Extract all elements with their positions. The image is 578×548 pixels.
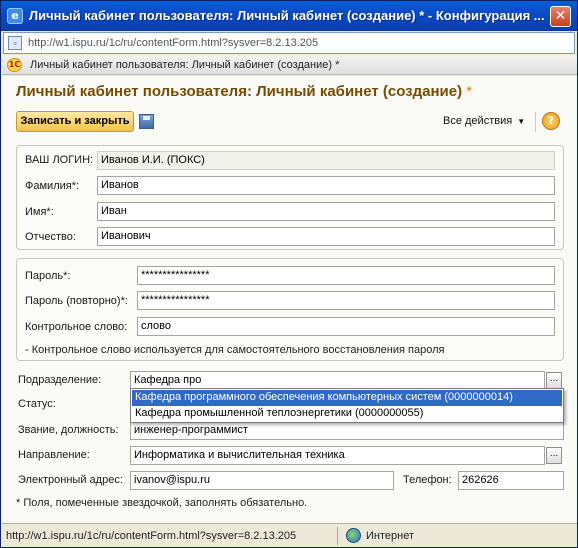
- form-page: Личный кабинет пользователя: Личный каби…: [2, 76, 577, 523]
- form-title-text: Личный кабинет пользователя: Личный каби…: [16, 83, 463, 100]
- all-actions-menu[interactable]: Все действия ▼: [443, 115, 525, 127]
- required-footnote: * Поля, помеченные звездочкой, заполнять…: [16, 497, 308, 509]
- patronymic-field[interactable]: Иванович: [97, 227, 555, 246]
- direction-label: Направление:: [18, 449, 90, 461]
- firstname-field[interactable]: Иван: [97, 202, 555, 221]
- status-label: Статус:: [18, 398, 56, 410]
- email-field[interactable]: ivanov@ispu.ru: [130, 471, 394, 490]
- status-divider: [337, 527, 338, 545]
- password-field[interactable]: ****************: [137, 266, 555, 285]
- personal-group: ВАШ ЛОГИН: Иванов И.И. (ПОКС) Фамилия*: …: [16, 145, 564, 250]
- dropdown-option[interactable]: Кафедра программного обеспечения компьют…: [132, 390, 562, 406]
- control-word-field[interactable]: слово: [137, 317, 555, 336]
- address-url[interactable]: http://w1.ispu.ru/1c/ru/contentForm.html…: [28, 37, 318, 49]
- control-word-label: Контрольное слово:: [25, 321, 128, 333]
- help-icon[interactable]: ?: [542, 112, 560, 130]
- 1c-app-icon: 1С: [7, 58, 22, 72]
- close-button[interactable]: ✕: [550, 6, 571, 27]
- toolbar-divider: [535, 112, 536, 132]
- password-repeat-label: Пароль (повторно)*:: [25, 295, 128, 307]
- firstname-label: Имя*:: [25, 206, 54, 218]
- internet-zone-icon: [346, 528, 361, 543]
- password-repeat-field[interactable]: ****************: [137, 291, 555, 310]
- form-tab-label[interactable]: Личный кабинет пользователя: Личный каби…: [30, 59, 339, 71]
- form-tab-strip: 1С Личный кабинет пользователя: Личный к…: [2, 55, 577, 75]
- phone-field[interactable]: 262626: [458, 471, 564, 490]
- internet-zone-label: Интернет: [366, 530, 414, 542]
- password-label: Пароль*:: [25, 270, 71, 282]
- department-dropdown: Кафедра программного обеспечения компьют…: [130, 388, 564, 423]
- form-title: Личный кабинет пользователя: Личный каби…: [16, 83, 472, 100]
- login-label: ВАШ ЛОГИН:: [25, 154, 94, 166]
- status-bar: http://w1.ispu.ru/1c/ru/contentForm.html…: [2, 523, 577, 547]
- address-bar[interactable]: ▫ http://w1.ispu.ru/1c/ru/contentForm.ht…: [3, 32, 575, 54]
- window-title: Личный кабинет пользователя: Личный каби…: [29, 8, 544, 23]
- save-disk-icon[interactable]: [139, 114, 154, 129]
- department-pick-button[interactable]: ...: [546, 372, 562, 389]
- phone-label: Телефон:: [403, 474, 452, 486]
- direction-field[interactable]: Информатика и вычислительная техника: [130, 446, 545, 465]
- position-field[interactable]: инженер-программист: [130, 421, 564, 440]
- lastname-field[interactable]: Иванов: [97, 176, 555, 195]
- title-bar[interactable]: e Личный кабинет пользователя: Личный ка…: [1, 1, 577, 31]
- chevron-down-icon: ▼: [517, 117, 526, 126]
- email-label: Электронный адрес:: [18, 474, 123, 486]
- login-field: Иванов И.И. (ПОКС): [97, 151, 555, 170]
- save-and-close-button[interactable]: Записать и закрыть: [16, 111, 134, 132]
- control-word-note: - Контрольное слово используется для сам…: [25, 344, 445, 356]
- lastname-label: Фамилия*:: [25, 180, 80, 192]
- department-label: Подразделение:: [18, 374, 102, 386]
- page-icon: ▫: [8, 36, 22, 50]
- direction-pick-button[interactable]: ...: [546, 447, 562, 464]
- all-actions-label: Все действия: [443, 115, 513, 127]
- position-label: Звание, должность:: [18, 424, 119, 436]
- browser-window: e Личный кабинет пользователя: Личный ка…: [0, 0, 578, 548]
- dropdown-option[interactable]: Кафедра промышленной теплоэнергетики (00…: [132, 406, 562, 422]
- status-url: http://w1.ispu.ru/1c/ru/contentForm.html…: [6, 530, 297, 542]
- security-group: Пароль*: **************** Пароль (повтор…: [16, 258, 564, 361]
- patronymic-label: Отчество:: [25, 231, 76, 243]
- browser-icon: e: [7, 8, 23, 24]
- modified-mark: *: [466, 83, 473, 100]
